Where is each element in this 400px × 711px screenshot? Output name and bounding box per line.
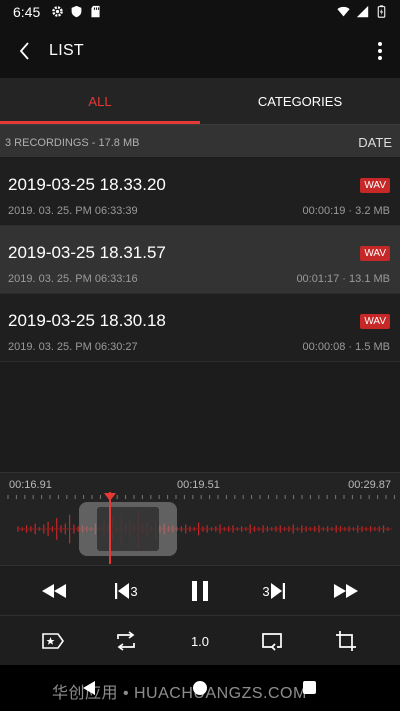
shield-icon	[71, 5, 82, 18]
status-time: 6:45	[13, 4, 41, 20]
more-options-icon[interactable]	[372, 39, 388, 63]
skip-back-button[interactable]: 3	[110, 576, 142, 606]
list-empty-space	[0, 364, 400, 472]
bookmark-button[interactable]	[41, 629, 65, 653]
playback-speed-button[interactable]: 1.0	[188, 629, 212, 653]
repeat-button[interactable]	[114, 629, 138, 653]
pause-icon	[192, 581, 208, 601]
format-badge: WAV	[360, 178, 390, 193]
playback-speed: 1.0	[190, 633, 210, 649]
summary-bar: 3 RECORDINGS - 17.8 MB DATE	[0, 124, 400, 157]
recordings-summary: 3 RECORDINGS - 17.8 MB	[5, 137, 140, 149]
recording-duration-size: 00:01:17 · 13.1 MB	[296, 273, 390, 285]
rewind-button[interactable]	[40, 576, 68, 606]
skip-forward-button[interactable]: 3	[258, 576, 290, 606]
loop-selection-range	[97, 507, 159, 551]
tab-all[interactable]: ALL	[0, 78, 200, 124]
fast-forward-button[interactable]	[332, 576, 360, 606]
nav-home-icon[interactable]	[193, 681, 207, 695]
page-title: LIST	[49, 42, 84, 59]
bookmark-tag-icon	[42, 633, 64, 649]
playhead[interactable]	[109, 492, 111, 564]
timeline-start-label: 00:16.91	[9, 479, 52, 491]
battery-charging-icon	[377, 5, 386, 18]
recording-date: 2019. 03. 25. PM 06:30:27	[8, 341, 138, 353]
recording-item[interactable]: 2019-03-25 18.30.18 WAV 2019. 03. 25. PM…	[0, 294, 400, 362]
nav-recents-icon[interactable]	[303, 681, 316, 694]
waveform	[17, 509, 392, 549]
recording-duration-size: 00:00:19 · 3.2 MB	[302, 205, 390, 217]
status-bar: 6:45	[0, 0, 400, 24]
rewind-icon	[42, 584, 66, 598]
skip-back-icon	[115, 583, 130, 599]
gear-icon	[52, 6, 63, 17]
playhead-marker	[104, 493, 116, 501]
sort-by-date-button[interactable]: DATE	[358, 135, 392, 150]
skip-forward-seconds: 3	[262, 583, 270, 599]
recording-title: 2019-03-25 18.33.20	[8, 175, 166, 194]
trim-button[interactable]	[334, 629, 358, 653]
app-bar: LIST	[0, 24, 400, 78]
tab-bar: ALL CATEGORIES	[0, 78, 400, 124]
sd-card-icon	[91, 5, 100, 18]
timeline-mid-label: 00:19.51	[177, 479, 220, 491]
nav-back-icon[interactable]	[82, 680, 96, 696]
timeline-end-label: 00:29.87	[348, 479, 391, 491]
loop-icon	[262, 633, 282, 651]
repeat-icon	[117, 631, 135, 651]
signal-icon	[356, 5, 369, 18]
pause-button[interactable]	[188, 576, 212, 606]
recording-title: 2019-03-25 18.31.57	[8, 243, 166, 262]
recording-duration-size: 00:00:08 · 1.5 MB	[302, 341, 390, 353]
recording-title: 2019-03-25 18.30.18	[8, 311, 166, 330]
system-nav-bar: 华创应用 • HUACHUANGZS.COM	[0, 665, 400, 711]
loop-selection-handle[interactable]	[79, 502, 177, 556]
recording-date: 2019. 03. 25. PM 06:33:16	[8, 273, 138, 285]
recording-list: 2019-03-25 18.33.20 WAV 2019. 03. 25. PM…	[0, 158, 400, 362]
recording-item[interactable]: 2019-03-25 18.33.20 WAV 2019. 03. 25. PM…	[0, 158, 400, 226]
tab-categories[interactable]: CATEGORIES	[200, 78, 400, 124]
format-badge: WAV	[360, 246, 390, 261]
waveform-timeline[interactable]: 00:16.91 00:19.51 00:29.87	[0, 472, 400, 565]
loop-button[interactable]	[260, 629, 284, 653]
format-badge: WAV	[360, 314, 390, 329]
playback-toolbar: 1.0	[0, 615, 400, 665]
crop-icon	[336, 631, 356, 651]
wifi-icon	[337, 6, 350, 17]
fast-forward-icon	[334, 584, 358, 598]
recording-item-selected[interactable]: 2019-03-25 18.31.57 WAV 2019. 03. 25. PM…	[0, 226, 400, 294]
back-arrow-icon[interactable]	[14, 39, 38, 63]
transport-controls: 3 3	[0, 565, 400, 615]
recording-date: 2019. 03. 25. PM 06:33:39	[8, 205, 138, 217]
skip-forward-icon	[270, 583, 285, 599]
skip-back-seconds: 3	[130, 583, 138, 599]
